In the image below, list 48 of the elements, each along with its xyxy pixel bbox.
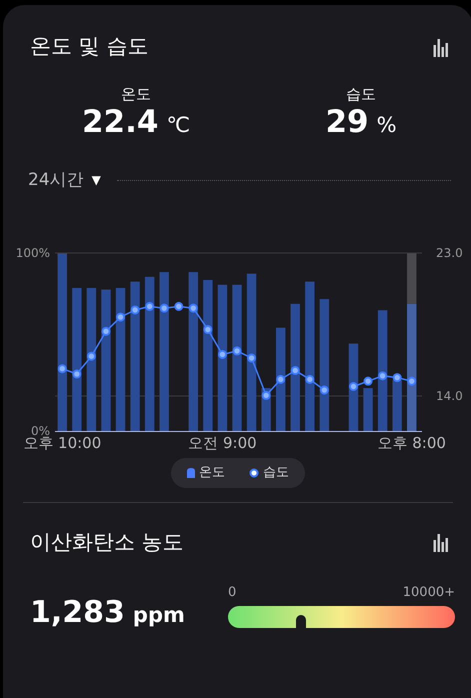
humidity-point [145, 302, 154, 311]
humidity-point [290, 366, 300, 375]
humidity-point [305, 374, 314, 384]
reading-value: 29 [325, 105, 369, 140]
reading-label: 습도 [346, 84, 376, 104]
humidity-point [262, 390, 271, 400]
humidity-point [218, 350, 227, 359]
axis-label: 23.0 [436, 246, 463, 260]
humidity-point [348, 382, 358, 391]
humidity-point [392, 373, 402, 382]
reading-value: 22.4 [82, 105, 158, 140]
reading-unit: ℃ [166, 112, 190, 139]
humidity-point [101, 326, 110, 336]
bar-chart-icon[interactable] [433, 532, 449, 552]
humidity-point [407, 376, 416, 386]
humidity-point [320, 386, 329, 395]
humidity-point [86, 352, 96, 361]
axis-label: 14.0 [436, 389, 463, 404]
humidity-point [188, 304, 198, 313]
bar-chart-icon[interactable] [433, 36, 449, 57]
legend-bar-icon [187, 468, 195, 478]
scale-label: 0 [228, 584, 236, 602]
humidity-point [72, 370, 82, 379]
humidity-point [364, 376, 373, 386]
humidity-point [160, 304, 169, 313]
co2-value: 1,283 [30, 594, 125, 632]
reading-unit: % [376, 112, 397, 139]
legend-label: 온도 [199, 464, 225, 482]
humidity-point [58, 364, 67, 374]
humidity-point [174, 302, 184, 311]
legend-dot-icon [249, 468, 259, 478]
humidity-point [247, 354, 256, 363]
legend-label: 습도 [263, 464, 289, 482]
card-title: 온도 및 습도 [30, 33, 148, 60]
humidity-point [130, 305, 140, 314]
range-dropdown[interactable]: 24시간 ▼ [28, 168, 101, 193]
axis-label: 100% [16, 246, 50, 260]
reading-label: 온도 [121, 84, 151, 104]
humidity-point [378, 371, 388, 380]
humidity-point [116, 312, 126, 322]
axis-label: 오전 9:00 [188, 434, 257, 450]
co2-unit: ppm [132, 602, 185, 629]
card-title: 이산화탄소 농도 [30, 528, 184, 556]
humidity-point [203, 325, 212, 334]
humidity-point [276, 374, 286, 384]
humidity-point [232, 346, 242, 356]
scale-label: 10000+ [402, 584, 455, 602]
axis-label: 오후 8:00 [378, 434, 446, 450]
